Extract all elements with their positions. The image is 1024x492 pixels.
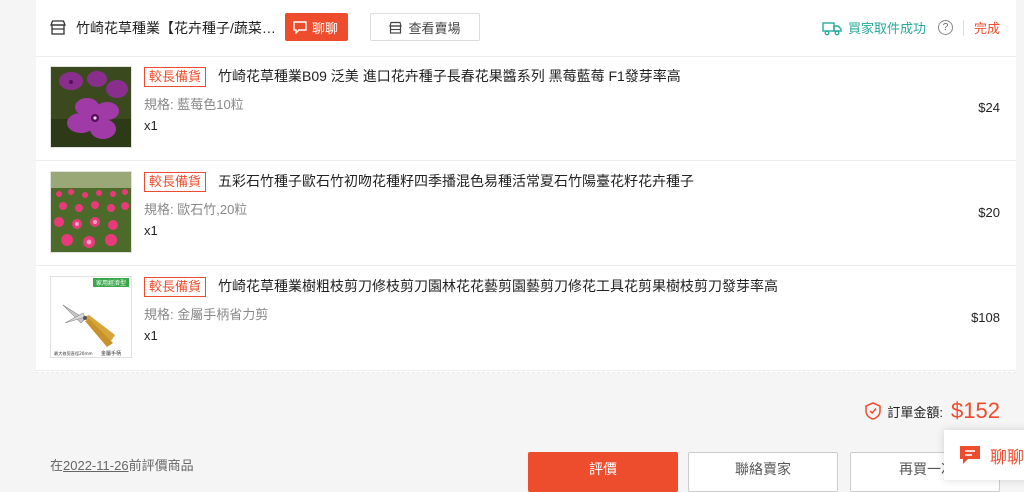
product-quantity: x1	[144, 118, 158, 133]
order-status: 買家取件成功 ? 完成	[822, 18, 1000, 37]
rate-button[interactable]: 評價	[528, 452, 678, 492]
review-deadline-note: 在2022-11-26前評價商品	[50, 455, 194, 474]
order-item[interactable]: 家用經濟型 最大修剪直徑20mm 金屬手柄 較長備貨 竹崎花草種業樹粗枝剪刀修枝…	[36, 266, 1016, 371]
order-item[interactable]: 較長備貨 五彩石竹種子歐石竹初吻花種籽四季播混色易種活常夏石竹陽臺花籽花卉種子 …	[36, 161, 1016, 266]
status-divider	[962, 19, 964, 36]
truck-icon	[822, 21, 842, 35]
product-price: $108	[971, 310, 1000, 325]
long-prep-badge: 較長備貨	[144, 172, 207, 192]
order-item[interactable]: 較長備貨 竹崎花草種業B09 泛美 進口花卉種子長春花果醬系列 黑莓藍莓 F1發…	[36, 56, 1016, 161]
total-label: 訂單金額:	[887, 404, 944, 420]
long-prep-badge: 較長備貨	[144, 277, 207, 297]
shop-name[interactable]: 竹崎花草種業【花卉種子/蔬菜種子】	[76, 18, 281, 38]
review-note-suffix: 前評價商品	[128, 458, 194, 473]
chat-bubble-icon	[960, 446, 980, 464]
floating-chat-button[interactable]: 聊聊	[944, 430, 1024, 480]
help-icon[interactable]: ?	[937, 20, 953, 35]
product-image[interactable]: 家用經濟型 最大修剪直徑20mm 金屬手柄	[50, 276, 132, 358]
contact-seller-button[interactable]: 聯絡賣家	[688, 452, 838, 492]
view-shop-button[interactable]: 查看賣場	[370, 13, 480, 41]
product-title[interactable]: 五彩石竹種子歐石竹初吻花種籽四季播混色易種活常夏石竹陽臺花籽花卉種子	[218, 172, 694, 190]
review-note-prefix: 在	[50, 458, 64, 473]
image-caption-text: 最大修剪直徑20mm	[54, 350, 93, 357]
order-state-label: 完成	[973, 21, 1000, 36]
product-title[interactable]: 竹崎花草種業B09 泛美 進口花卉種子長春花果醬系列 黑莓藍莓 F1發芽率高	[218, 67, 681, 85]
store-icon	[389, 21, 403, 34]
view-shop-label: 查看賣場	[408, 20, 461, 36]
shipping-status-text: 買家取件成功	[847, 21, 926, 36]
shield-icon	[865, 402, 882, 420]
shop-header: 竹崎花草種業【花卉種子/蔬菜種子】 聊聊 查看賣場 買家取件成功 ?	[36, 0, 1016, 57]
product-title[interactable]: 竹崎花草種業樹粗枝剪刀修枝剪刀園林花花藝剪園藝剪刀修花工具花剪果樹枝剪刀發芽率高	[218, 277, 778, 295]
total-value: $152	[951, 398, 1000, 423]
product-variant: 規格: 金屬手柄省力剪	[144, 307, 269, 322]
product-price: $20	[978, 205, 1000, 220]
review-deadline-date: 2022-11-26	[63, 458, 129, 473]
order-total: 訂單金額: $152	[865, 398, 1000, 424]
image-tag-text: 家用經濟型	[96, 279, 126, 287]
product-variant: 規格: 歐石竹,20粒	[144, 202, 248, 217]
product-variant: 規格: 藍莓色10粒	[144, 97, 244, 112]
floating-chat-label: 聊聊	[990, 447, 1024, 467]
product-quantity: x1	[144, 328, 158, 343]
product-image[interactable]	[50, 66, 132, 148]
order-card: 竹崎花草種業【花卉種子/蔬菜種子】 聊聊 查看賣場 買家取件成功 ?	[36, 0, 1016, 373]
chat-label: 聊聊	[312, 20, 339, 36]
product-price: $24	[978, 100, 1000, 115]
long-prep-badge: 較長備貨	[144, 67, 207, 87]
product-quantity: x1	[144, 223, 158, 238]
product-image[interactable]	[50, 171, 132, 253]
chat-button[interactable]: 聊聊	[285, 13, 349, 41]
image-handle-text: 金屬手柄	[101, 350, 121, 357]
chat-icon	[293, 20, 307, 34]
store-icon	[50, 20, 66, 35]
